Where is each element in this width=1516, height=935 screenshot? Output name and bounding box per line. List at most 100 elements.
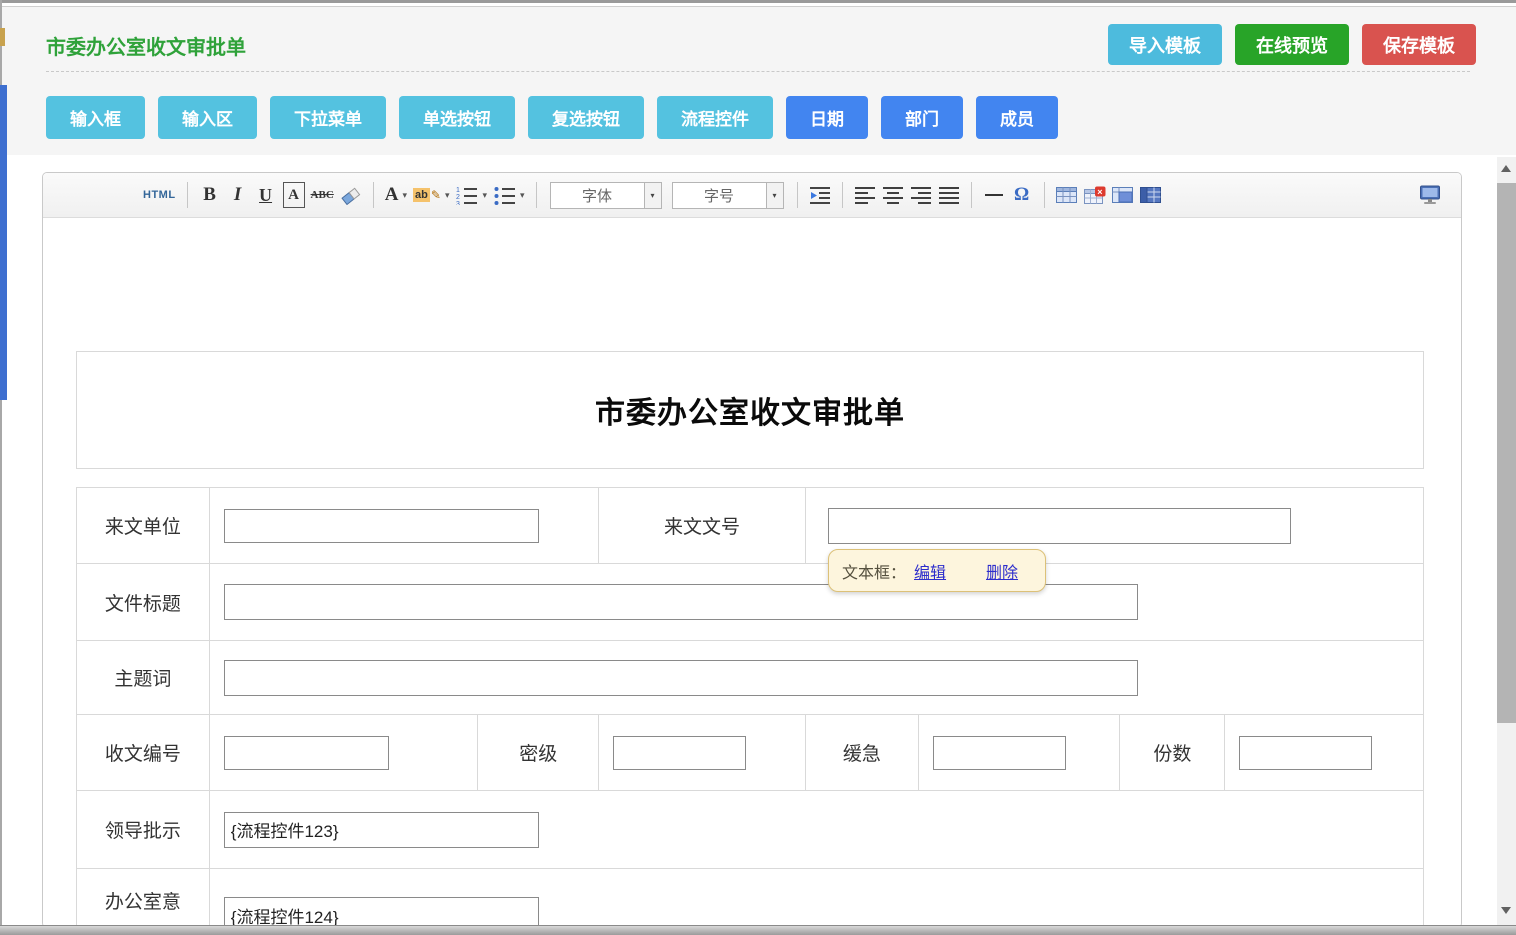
editor-document-area[interactable]: 市委办公室收文审批单 来文单位 来文文号 文件标题 (43, 218, 1461, 928)
insert-department-button[interactable]: 部门 (881, 96, 963, 139)
document-number-input[interactable] (828, 508, 1291, 544)
horizontal-rule-icon[interactable] (983, 182, 1005, 208)
align-right-icon[interactable] (910, 182, 932, 208)
edit-control-link[interactable]: 编辑 (914, 559, 946, 583)
scroll-up-arrow-icon[interactable] (1501, 165, 1511, 172)
underline-icon[interactable]: U (255, 182, 277, 208)
table-row: 主题词 (77, 641, 1423, 715)
editor-toolbar: HTML B I U A ABC A ▾ ab ✎ ▾ 1 (43, 173, 1461, 218)
table-cell-properties-icon[interactable] (1112, 182, 1134, 208)
template-action-buttons: 导入模板 在线预览 保存模板 (1108, 24, 1476, 65)
label-keywords: 主题词 (77, 641, 210, 714)
cell-office-opinion (210, 869, 1423, 928)
window-bottom-edge (0, 925, 1516, 935)
strikethrough-icon[interactable]: ABC (311, 182, 334, 208)
header-divider (46, 71, 1470, 72)
cell-urgency (919, 715, 1121, 790)
chevron-down-icon[interactable]: ▾ (766, 183, 783, 208)
security-level-input[interactable] (613, 736, 746, 770)
insert-flow-control-button[interactable]: 流程控件 (657, 96, 773, 139)
flow-control-124-input[interactable] (224, 897, 539, 928)
font-color-icon[interactable]: A ▾ (385, 182, 407, 208)
save-template-button[interactable]: 保存模板 (1362, 24, 1476, 65)
insert-checkbox-button[interactable]: 复选按钮 (528, 96, 644, 139)
html-source-button[interactable]: HTML (143, 182, 176, 208)
delete-table-icon[interactable]: × (1084, 182, 1106, 208)
cell-keywords (210, 641, 1423, 714)
chevron-down-icon[interactable]: ▾ (644, 183, 661, 208)
toolbar-separator (842, 182, 843, 208)
document-title: 市委办公室收文审批单 (595, 388, 905, 432)
justify-icon[interactable] (938, 182, 960, 208)
insert-member-button[interactable]: 成员 (976, 96, 1058, 139)
window-top-edge (0, 0, 1516, 3)
text-border-icon[interactable]: A (283, 182, 305, 208)
insert-date-button[interactable]: 日期 (786, 96, 868, 139)
highlight-color-icon[interactable]: ab ✎ ▾ (413, 182, 449, 208)
widget-toolbar: 输入框 输入区 下拉菜单 单选按钮 复选按钮 流程控件 日期 部门 成员 (46, 96, 1058, 139)
online-preview-button[interactable]: 在线预览 (1235, 24, 1349, 65)
remove-format-eraser-icon[interactable] (340, 182, 362, 208)
table-row: 来文单位 来文文号 (77, 488, 1423, 564)
page-title: 市委办公室收文审批单 (46, 31, 246, 60)
align-left-icon[interactable] (854, 182, 876, 208)
special-char-icon[interactable]: Ω (1011, 182, 1033, 208)
table-row: 办公室意 (77, 869, 1423, 928)
cell-security-level (599, 715, 806, 790)
keywords-input[interactable] (224, 660, 1138, 696)
fullscreen-preview-icon[interactable] (1418, 182, 1442, 208)
cell-source-unit (210, 488, 599, 563)
scrollbar-thumb[interactable] (1497, 183, 1516, 723)
document-title-block[interactable]: 市委办公室收文审批单 (76, 351, 1424, 469)
receipt-number-input[interactable] (224, 736, 389, 770)
label-office-opinion: 办公室意 (77, 869, 210, 928)
copies-input[interactable] (1239, 736, 1372, 770)
svg-text:1: 1 (456, 187, 460, 194)
insert-table-icon[interactable] (1056, 182, 1078, 208)
label-document-number: 来文文号 (599, 488, 806, 563)
source-unit-input[interactable] (224, 509, 539, 543)
import-template-button[interactable]: 导入模板 (1108, 24, 1222, 65)
label-source-unit: 来文单位 (77, 488, 210, 563)
label-receipt-number: 收文编号 (77, 715, 210, 790)
label-security-level: 密级 (478, 715, 599, 790)
label-document-title: 文件标题 (77, 564, 210, 640)
rich-text-editor: HTML B I U A ABC A ▾ ab ✎ ▾ 1 (42, 172, 1462, 928)
bold-icon[interactable]: B (199, 182, 221, 208)
vertical-scrollbar[interactable] (1497, 157, 1516, 935)
toolbar-separator (373, 182, 374, 208)
toolbar-separator (797, 182, 798, 208)
background-window-fragment (0, 28, 5, 46)
insert-radio-button[interactable]: 单选按钮 (399, 96, 515, 139)
label-urgency: 缓急 (806, 715, 919, 790)
svg-text:×: × (1097, 186, 1102, 196)
font-size-select[interactable]: 字号 ▾ (672, 182, 784, 209)
cell-copies (1225, 715, 1423, 790)
svg-text:2: 2 (456, 194, 460, 201)
insert-textarea-button[interactable]: 输入区 (158, 96, 257, 139)
scroll-down-arrow-icon[interactable] (1501, 907, 1511, 914)
delete-control-link[interactable]: 删除 (986, 559, 1018, 583)
ordered-list-icon[interactable]: 1 2 3 ▾ (455, 182, 487, 208)
align-center-icon[interactable] (882, 182, 904, 208)
flow-control-123-input[interactable] (224, 812, 539, 848)
insert-input-box-button[interactable]: 输入框 (46, 96, 145, 139)
toolbar-separator (971, 182, 972, 208)
font-family-select[interactable]: 字体 ▾ (550, 182, 662, 209)
label-leader-comments: 领导批示 (77, 791, 210, 868)
tooltip-label: 文本框： (842, 559, 906, 583)
cell-receipt-number (210, 715, 479, 790)
text-box-control-tooltip: 文本框： 编辑 删除 (828, 549, 1046, 592)
table-properties-icon[interactable] (1140, 182, 1162, 208)
cell-document-title (210, 564, 1423, 640)
indent-icon[interactable] (809, 182, 831, 208)
insert-dropdown-button[interactable]: 下拉菜单 (270, 96, 386, 139)
unordered-list-icon[interactable]: ▾ (493, 182, 525, 208)
table-row: 领导批示 (77, 791, 1423, 869)
toolbar-separator (536, 182, 537, 208)
urgency-input[interactable] (933, 736, 1066, 770)
approval-form-table: 来文单位 来文文号 文件标题 主题词 (76, 487, 1424, 928)
label-copies: 份数 (1120, 715, 1225, 790)
italic-icon[interactable]: I (227, 182, 249, 208)
svg-text:3: 3 (456, 201, 460, 205)
